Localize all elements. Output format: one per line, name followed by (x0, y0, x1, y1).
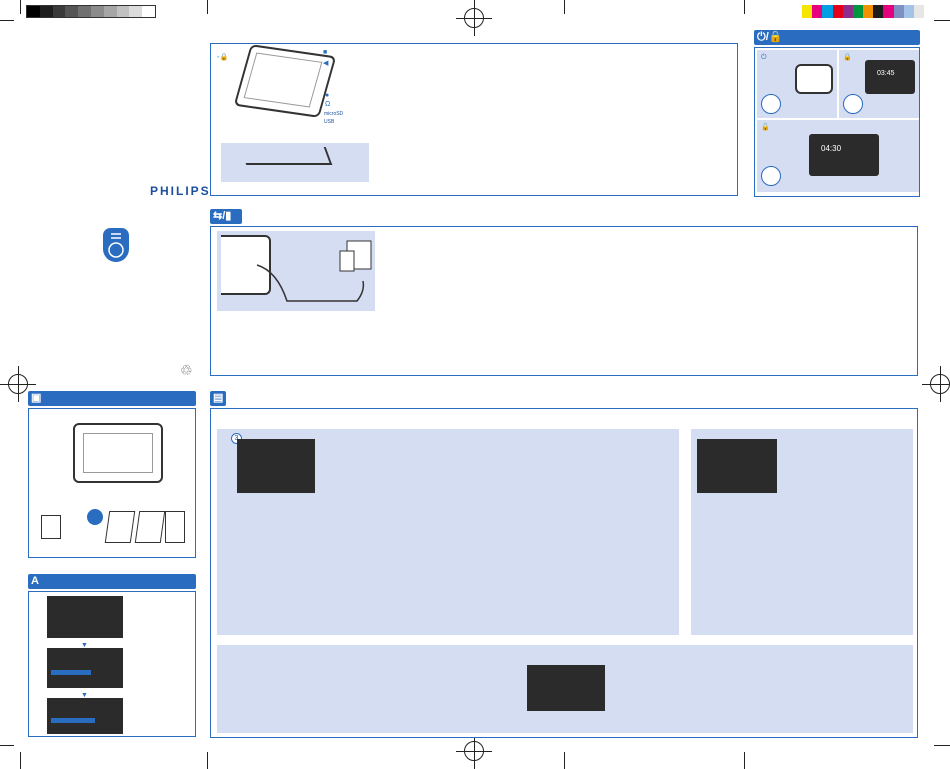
power-lock-marker: ◦🔒 (217, 54, 229, 61)
color-swatch (903, 5, 914, 18)
crop-mark (0, 745, 14, 746)
tablet-bottom-view (221, 143, 369, 182)
color-swatch (832, 5, 843, 18)
home-screen-left: 3 (217, 429, 679, 635)
power-lock-header: ⏻/🔒 (754, 30, 920, 45)
lock-step: 🔒 03:45 (839, 50, 919, 118)
box-contents-panel (28, 408, 196, 558)
home-screen-right (691, 429, 913, 635)
notification-screen (527, 665, 605, 711)
microsd-label: microSD (324, 111, 344, 117)
home-screen-shot-2 (697, 439, 777, 493)
home-screen-icon: ▤ (213, 392, 224, 404)
color-swatch (842, 5, 853, 18)
gray-swatch (52, 6, 66, 17)
volume-icon: ◀ (323, 60, 329, 67)
setup-screen-2 (47, 648, 123, 688)
unlock-clock: 04:30 (821, 144, 842, 153)
crop-mark (20, 0, 21, 14)
camera-icon: ■ (323, 49, 328, 56)
power-lock-panel: ⏻ 🔒 03:45 🔓 04:30 (754, 47, 920, 197)
accessories (41, 505, 187, 549)
crop-mark (0, 20, 14, 21)
crop-mark (744, 0, 745, 14)
setup-panel: ▼ ▼ (28, 591, 196, 737)
usb-label: USB (324, 119, 335, 125)
gray-swatch (39, 6, 53, 17)
color-swatch (802, 5, 813, 18)
setup-screen-1 (47, 596, 123, 638)
home-screen-header: ▤ (210, 391, 226, 406)
gray-swatch (129, 6, 143, 17)
crop-mark (20, 752, 21, 769)
registration-mark (922, 366, 950, 402)
headphone-icon: Ω (325, 101, 331, 108)
gray-swatch (116, 6, 130, 17)
gray-swatch (78, 6, 91, 17)
setup-label: A (31, 575, 39, 587)
crop-mark (934, 745, 950, 746)
color-swatch (913, 5, 925, 18)
power-on-step: ⏻ (757, 50, 837, 118)
home-screen-shot (237, 439, 315, 493)
setup-header: A (28, 574, 196, 589)
charge-panel (210, 226, 918, 376)
box-icon: ▣ (31, 392, 42, 404)
tablet-front (73, 423, 163, 483)
mic-icon: ● (325, 92, 330, 99)
gray-swatch (27, 6, 40, 17)
color-swatch (812, 5, 823, 18)
registration-mark (456, 0, 492, 36)
home-screen-panel: 3 (210, 408, 918, 738)
gray-swatch (90, 6, 104, 17)
color-swatch (852, 5, 864, 18)
unlock-step: 🔓 04:30 (757, 120, 919, 192)
crop-mark (564, 0, 565, 14)
crop-mark (207, 0, 208, 14)
crop-mark (207, 752, 208, 769)
color-swatch (822, 5, 833, 18)
usb-battery-icon: ⇆/▮ (213, 210, 232, 222)
registration-mark (456, 733, 492, 769)
quick-start-emblem (103, 228, 129, 262)
charge-header: ⇆/▮ (210, 209, 242, 224)
notification-swipe (217, 645, 913, 733)
color-swatch (873, 5, 884, 18)
gray-scale-bar (26, 5, 156, 18)
gray-swatch (65, 6, 79, 17)
setup-screen-3 (47, 698, 123, 734)
lock-clock: 03:45 (877, 70, 895, 77)
color-scale-bar (802, 5, 925, 18)
power-lock-icon: ⏻/🔒 (757, 31, 783, 43)
color-swatch (893, 5, 904, 18)
crop-mark (564, 752, 565, 769)
tablet-screen (243, 52, 323, 108)
crop-mark (934, 20, 950, 21)
color-swatch (863, 5, 874, 18)
box-contents-header: ▣ (28, 391, 196, 406)
charging-illustration (217, 231, 375, 311)
color-swatch (883, 5, 894, 18)
gray-swatch (103, 6, 117, 17)
philips-logo: PHILIPS (150, 184, 211, 198)
device-diagram-panel: ◦🔒 ■ ◀ ● Ω microSD USB (210, 43, 738, 196)
recycle-icon: ♲ (180, 362, 193, 378)
gray-swatch (142, 6, 155, 17)
crop-mark (744, 752, 745, 769)
